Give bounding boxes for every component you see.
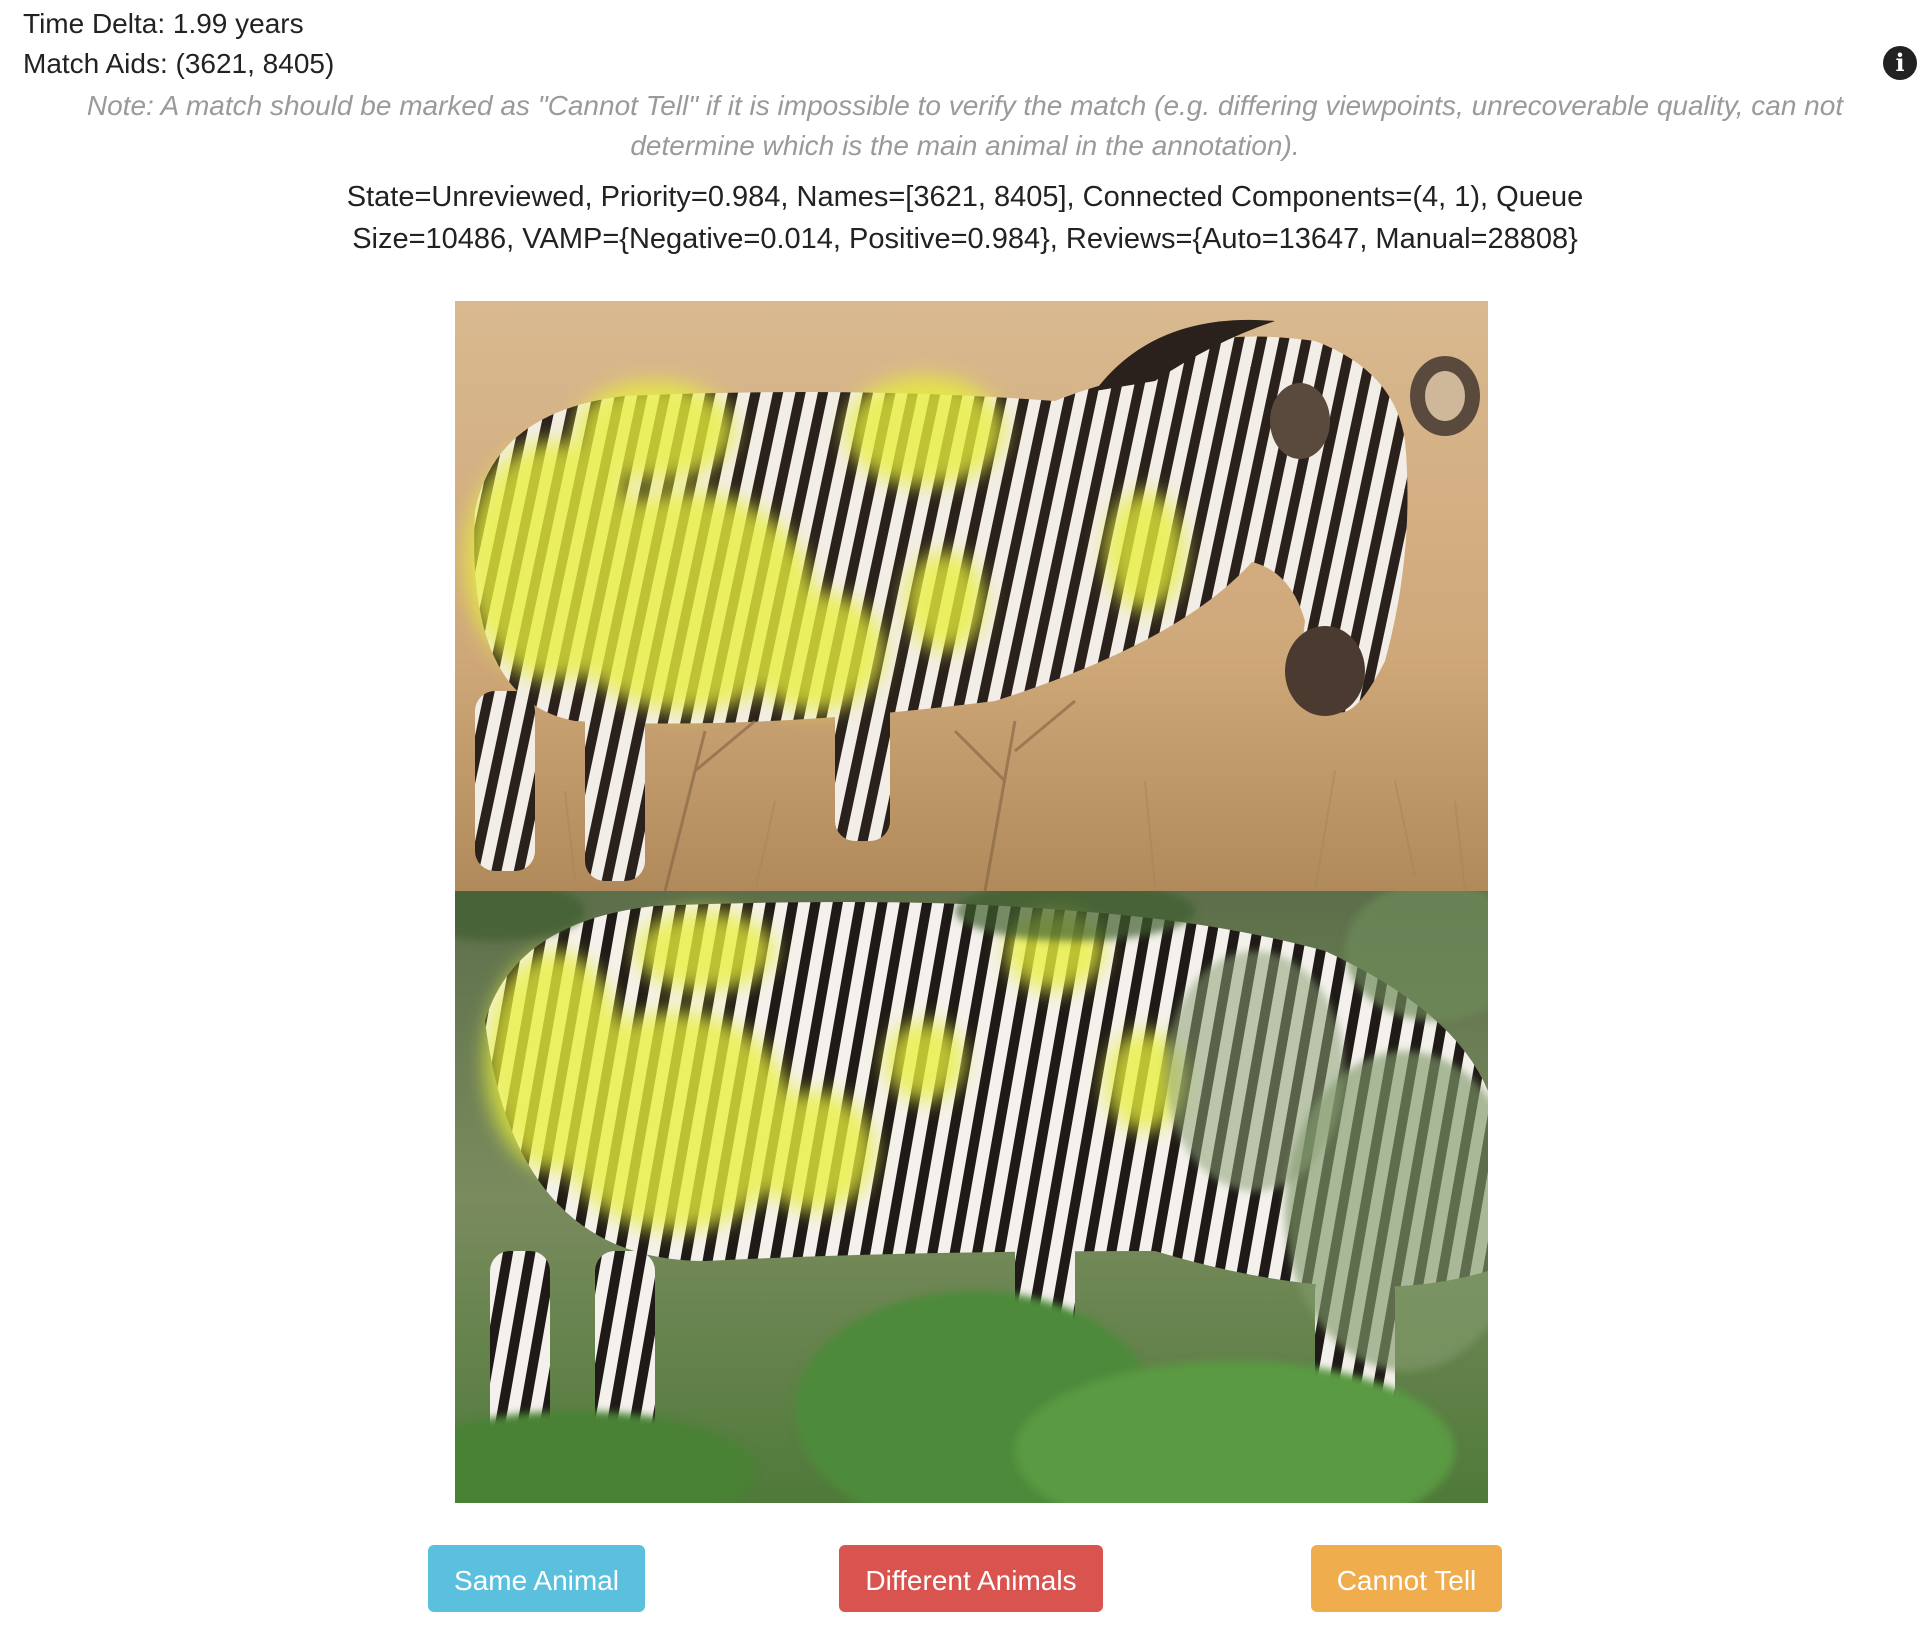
- same-animal-button[interactable]: Same Animal: [428, 1545, 645, 1612]
- annotation-image-bottom: [455, 891, 1488, 1503]
- time-delta-label: Time Delta: 1.99 years: [23, 8, 304, 39]
- match-image-pair: [455, 301, 1488, 1503]
- annotation-image-top: [455, 301, 1488, 891]
- info-icon[interactable]: i: [1883, 46, 1917, 80]
- different-animals-button[interactable]: Different Animals: [839, 1545, 1103, 1612]
- match-aids-label: Match Aids: (3621, 8405): [23, 48, 335, 79]
- cannot-tell-note: Note: A match should be marked as "Canno…: [86, 90, 1844, 161]
- review-status-text: State=Unreviewed, Priority=0.984, Names=…: [346, 181, 1584, 255]
- cannot-tell-button[interactable]: Cannot Tell: [1311, 1545, 1502, 1612]
